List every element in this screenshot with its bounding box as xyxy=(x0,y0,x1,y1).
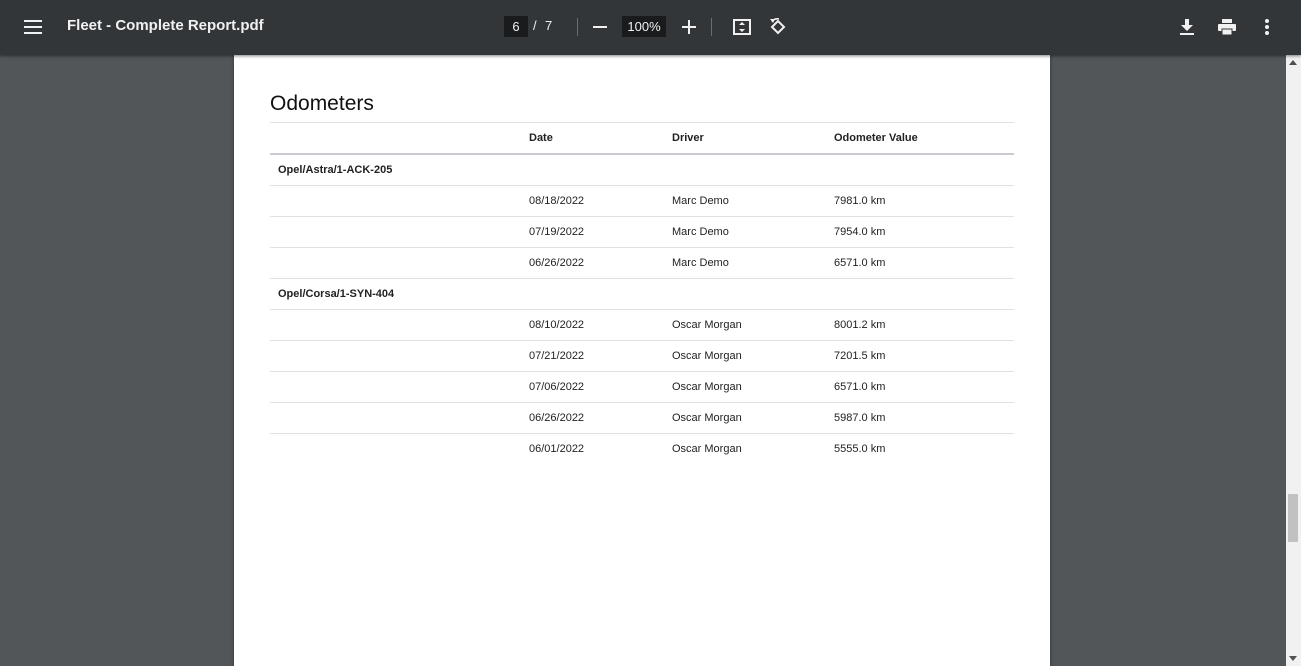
vehicle-cell xyxy=(270,309,529,341)
rotate-icon[interactable] xyxy=(762,11,794,43)
zoom-in-icon[interactable] xyxy=(673,11,705,43)
column-header-vehicle xyxy=(270,122,529,155)
date-cell: 08/10/2022 xyxy=(529,309,672,341)
column-header-odometer-value: Odometer Value xyxy=(834,122,1014,155)
date-cell: 07/06/2022 xyxy=(529,371,672,403)
table-row: 08/10/2022 Oscar Morgan 8001.2 km xyxy=(270,309,1014,341)
section-title: Odometers xyxy=(270,92,374,115)
scroll-thumb[interactable] xyxy=(1288,494,1298,542)
odometer-value-cell: 7981.0 km xyxy=(834,185,1014,217)
vertical-scrollbar[interactable] xyxy=(1286,55,1301,666)
fit-to-page-icon[interactable] xyxy=(726,11,758,43)
vehicle-cell xyxy=(270,402,529,434)
odometer-value-cell: 7201.5 km xyxy=(834,340,1014,372)
table-row: 06/26/2022 Marc Demo 6571.0 km xyxy=(270,247,1014,279)
odometer-value-cell: 7954.0 km xyxy=(834,216,1014,248)
driver-cell: Marc Demo xyxy=(672,185,834,217)
driver-cell: Oscar Morgan xyxy=(672,309,834,341)
page-separator: / xyxy=(533,18,537,33)
toolbar-divider xyxy=(577,18,578,36)
date-cell: 07/21/2022 xyxy=(529,340,672,372)
table-row: 08/18/2022 Marc Demo 7981.0 km xyxy=(270,185,1014,217)
pdf-viewer[interactable]: Odometers Date Driver Odometer Value Ope… xyxy=(0,55,1301,666)
odometer-value-cell: 6571.0 km xyxy=(834,371,1014,403)
download-icon[interactable] xyxy=(1171,11,1203,43)
total-pages: 7 xyxy=(545,18,553,33)
table-row: 07/19/2022 Marc Demo 7954.0 km xyxy=(270,216,1014,248)
zoom-level-input[interactable]: 100% xyxy=(622,16,666,37)
date-cell: 08/18/2022 xyxy=(529,185,672,217)
table-row: 07/06/2022 Oscar Morgan 6571.0 km xyxy=(270,371,1014,403)
print-icon[interactable] xyxy=(1211,11,1243,43)
date-cell: 06/26/2022 xyxy=(529,247,672,279)
vehicle-cell xyxy=(270,185,529,217)
table-row: 06/26/2022 Oscar Morgan 5987.0 km xyxy=(270,402,1014,434)
driver-cell: Oscar Morgan xyxy=(672,371,834,403)
document-title: Fleet - Complete Report.pdf xyxy=(67,17,264,34)
vehicle-cell xyxy=(270,216,529,248)
vehicle-group-row: Opel/Astra/1-ACK-205 xyxy=(270,154,1014,186)
driver-cell: Marc Demo xyxy=(672,216,834,248)
vehicle-group-row: Opel/Corsa/1-SYN-404 xyxy=(270,278,1014,310)
driver-cell: Oscar Morgan xyxy=(672,340,834,372)
column-header-date: Date xyxy=(529,122,672,155)
vehicle-cell xyxy=(270,434,529,465)
column-header-driver: Driver xyxy=(672,122,834,155)
table-header-row: Date Driver Odometer Value xyxy=(270,122,1014,155)
pdf-toolbar: Fleet - Complete Report.pdf 6 / 7 100% xyxy=(0,0,1301,55)
scroll-up-arrow-icon[interactable] xyxy=(1289,60,1297,65)
driver-cell: Oscar Morgan xyxy=(672,443,742,455)
date-cell: 06/26/2022 xyxy=(529,402,672,434)
zoom-out-icon[interactable] xyxy=(584,11,616,43)
scroll-down-arrow-icon[interactable] xyxy=(1289,656,1297,661)
vehicle-name: Opel/Astra/1-ACK-205 xyxy=(270,154,1014,186)
table-row: 06/01/2022 Oscar Morgan 5555.0 km xyxy=(270,434,1014,465)
driver-cell: Oscar Morgan xyxy=(672,402,834,434)
more-vert-icon[interactable] xyxy=(1251,11,1283,43)
vehicle-cell xyxy=(270,371,529,403)
odometer-value-cell: 6571.0 km xyxy=(834,247,1014,279)
vehicle-cell xyxy=(270,340,529,372)
menu-icon[interactable] xyxy=(17,11,49,43)
odometer-value-cell: 8001.2 km xyxy=(834,309,1014,341)
odometer-value-cell: 5555.0 km xyxy=(834,443,886,455)
vehicle-name: Opel/Corsa/1-SYN-404 xyxy=(270,278,1014,310)
page-number-input[interactable]: 6 xyxy=(504,16,528,37)
pdf-page: Odometers Date Driver Odometer Value Ope… xyxy=(234,55,1050,666)
vehicle-cell xyxy=(270,247,529,279)
odometer-table: Date Driver Odometer Value Opel/Astra/1-… xyxy=(270,122,1014,464)
toolbar-divider xyxy=(711,18,712,36)
driver-cell: Marc Demo xyxy=(672,247,834,279)
table-row: 07/21/2022 Oscar Morgan 7201.5 km xyxy=(270,340,1014,372)
date-cell: 06/01/2022 xyxy=(529,443,585,455)
odometer-value-cell: 5987.0 km xyxy=(834,402,1014,434)
date-cell: 07/19/2022 xyxy=(529,216,672,248)
